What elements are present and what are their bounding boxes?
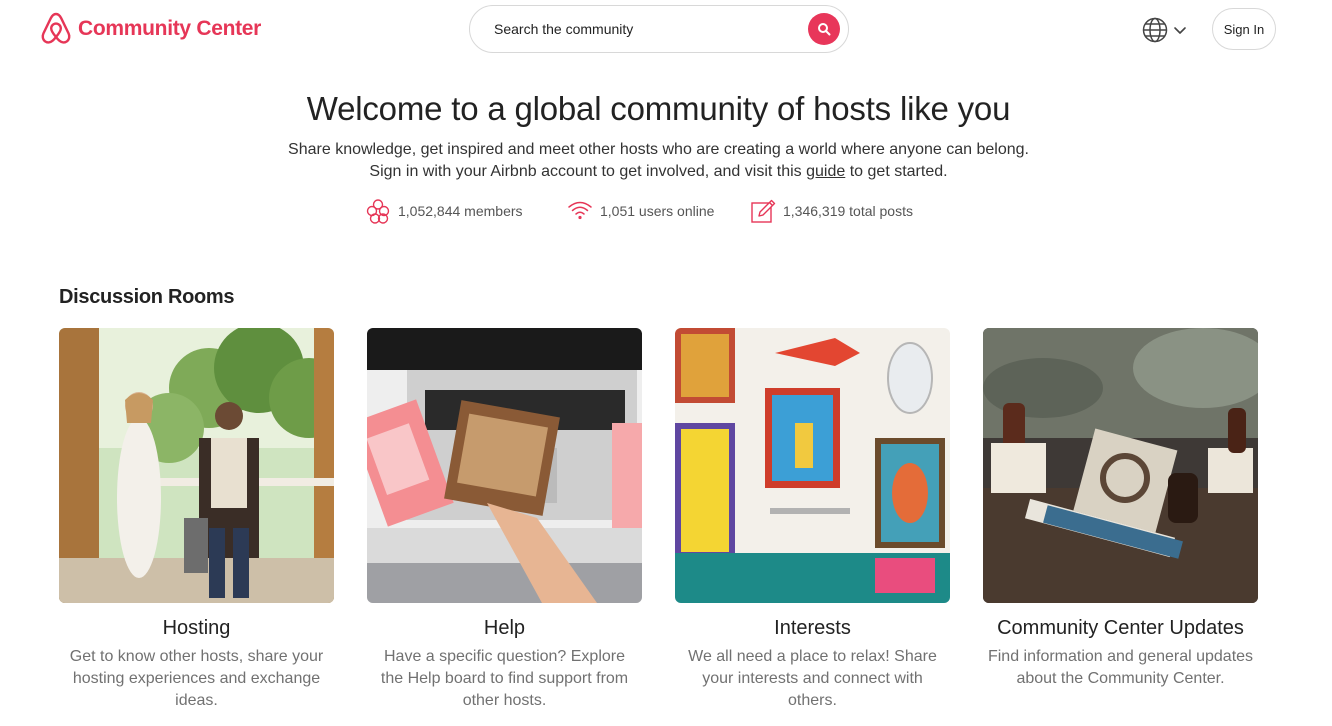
room-image-community-center-updates[interactable] bbox=[983, 328, 1258, 603]
language-selector[interactable] bbox=[1141, 16, 1187, 44]
edit-icon bbox=[751, 199, 776, 223]
page-title: Welcome to a global community of hosts l… bbox=[306, 90, 1011, 127]
posts-stat: 1,346,319 total posts bbox=[749, 197, 913, 225]
help-photo bbox=[367, 328, 642, 603]
guide-link[interactable]: guide bbox=[806, 163, 845, 180]
room-title-hosting[interactable]: Hosting bbox=[59, 617, 334, 640]
hosting-photo bbox=[59, 328, 334, 603]
room-card-help[interactable]: Help Have a specific question? Explore t… bbox=[367, 328, 642, 712]
room-description-interests: We all need a place to relax! Share your… bbox=[688, 648, 937, 709]
hero-line-2-text: Sign in with your Airbnb account to get … bbox=[369, 163, 802, 180]
online-stat: 1,051 users online bbox=[566, 197, 714, 225]
members-stat: 1,052,844 members bbox=[364, 197, 523, 225]
search-bar bbox=[469, 5, 849, 53]
room-description-help: Have a specific question? Explore the He… bbox=[380, 648, 629, 709]
room-title-interests[interactable]: Interests bbox=[675, 617, 950, 640]
interests-photo bbox=[675, 328, 950, 603]
room-image-interests[interactable] bbox=[675, 328, 950, 603]
section-title: Discussion Rooms bbox=[59, 286, 235, 308]
room-image-help[interactable] bbox=[367, 328, 642, 603]
wifi-icon bbox=[568, 201, 592, 220]
people-icon bbox=[366, 199, 390, 224]
room-title-community-center-updates[interactable]: Community Center Updates bbox=[983, 617, 1258, 640]
updates-photo bbox=[983, 328, 1258, 603]
community-stats: 1,052,844 members 1,051 users online 1,3… bbox=[0, 197, 1332, 227]
globe-icon bbox=[1142, 17, 1168, 43]
posts-count: 1,346,319 total posts bbox=[783, 203, 913, 219]
room-description-community-center-updates: Find information and general updates abo… bbox=[987, 648, 1254, 687]
hero-line-2: Sign in with your Airbnb account to get … bbox=[0, 161, 1317, 183]
room-card-interests[interactable]: Interests We all need a place to relax! … bbox=[675, 328, 950, 712]
chevron-down-icon bbox=[1174, 27, 1186, 34]
members-count: 1,052,844 members bbox=[398, 203, 523, 219]
room-title-help[interactable]: Help bbox=[367, 617, 642, 640]
room-description-hosting: Get to know other hosts, share your host… bbox=[69, 648, 324, 709]
community-center-logo[interactable]: Community Center bbox=[40, 12, 261, 46]
search-icon bbox=[818, 23, 831, 36]
search-input[interactable] bbox=[494, 21, 808, 37]
search-button[interactable] bbox=[808, 13, 840, 45]
sign-in-button[interactable]: Sign In bbox=[1212, 8, 1276, 50]
room-card-community-center-updates[interactable]: Community Center Updates Find informatio… bbox=[983, 328, 1258, 690]
hero-description: Share knowledge, get inspired and meet o… bbox=[0, 139, 1317, 183]
airbnb-belo-icon bbox=[41, 12, 71, 44]
hero-line-1: Share knowledge, get inspired and meet o… bbox=[288, 141, 1029, 158]
hero-line-2-end: to get started. bbox=[849, 163, 948, 180]
room-image-hosting[interactable] bbox=[59, 328, 334, 603]
room-card-hosting[interactable]: Hosting Get to know other hosts, share y… bbox=[59, 328, 334, 712]
online-count: 1,051 users online bbox=[600, 203, 715, 219]
logo-text: Community Center bbox=[78, 17, 262, 40]
